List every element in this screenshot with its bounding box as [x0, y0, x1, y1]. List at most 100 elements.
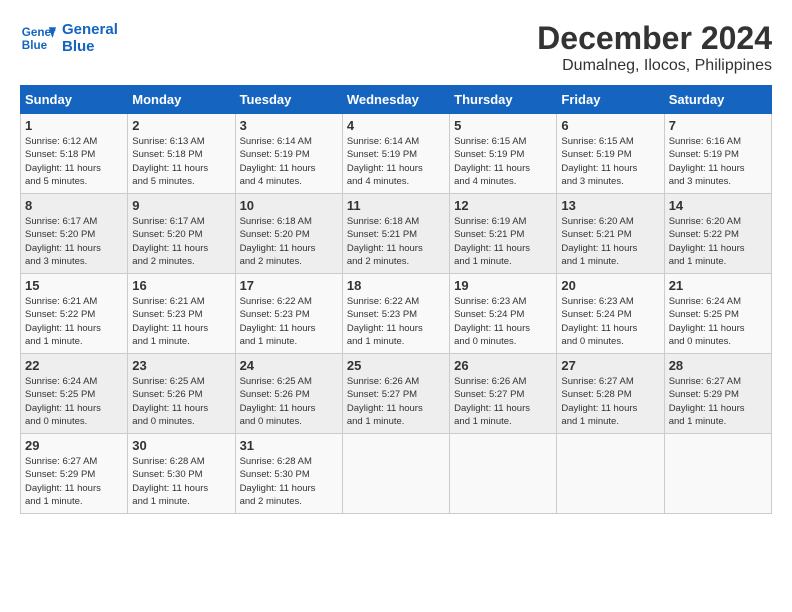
day-number: 31: [240, 438, 338, 453]
day-info: Sunrise: 6:23 AM Sunset: 5:24 PM Dayligh…: [454, 295, 552, 348]
calendar-cell: 27Sunrise: 6:27 AM Sunset: 5:28 PM Dayli…: [557, 354, 664, 434]
day-info: Sunrise: 6:21 AM Sunset: 5:22 PM Dayligh…: [25, 295, 123, 348]
calendar-cell: 1Sunrise: 6:12 AM Sunset: 5:18 PM Daylig…: [21, 114, 128, 194]
day-number: 24: [240, 358, 338, 373]
day-info: Sunrise: 6:25 AM Sunset: 5:26 PM Dayligh…: [240, 375, 338, 428]
calendar-week-3: 15 Sunrise: 6:21 AM Sunset: 5:22 PM Dayli…: [21, 274, 772, 354]
calendar-cell: [557, 434, 664, 514]
calendar-cell: 22Sunrise: 6:24 AM Sunset: 5:25 PM Dayli…: [21, 354, 128, 434]
day-info: Sunrise: 6:26 AM Sunset: 5:27 PM Dayligh…: [347, 375, 445, 428]
day-info: Sunrise: 6:28 AM Sunset: 5:30 PM Dayligh…: [132, 455, 230, 508]
day-number: 8: [25, 198, 123, 213]
weekday-header-tuesday: Tuesday: [235, 86, 342, 114]
day-number: 12: [454, 198, 552, 213]
day-info: Sunrise: 6:23 AM Sunset: 5:24 PM Dayligh…: [561, 295, 659, 348]
calendar-cell: 30 Sunrise: 6:28 AM Sunset: 5:30 PM Dayli…: [128, 434, 235, 514]
day-number: 26: [454, 358, 552, 373]
day-info: Sunrise: 6:24 AM Sunset: 5:25 PM Dayligh…: [669, 295, 767, 348]
calendar-cell: [664, 434, 771, 514]
calendar-cell: 15 Sunrise: 6:21 AM Sunset: 5:22 PM Dayli…: [21, 274, 128, 354]
day-number: 9: [132, 198, 230, 213]
logo-blue: Blue: [62, 38, 118, 55]
day-info: Sunrise: 6:12 AM Sunset: 5:18 PM Dayligh…: [25, 135, 123, 188]
calendar-cell: 25 Sunrise: 6:26 AM Sunset: 5:27 PM Dayli…: [342, 354, 449, 434]
calendar-cell: 18 Sunrise: 6:22 AM Sunset: 5:23 PM Dayli…: [342, 274, 449, 354]
day-info: Sunrise: 6:14 AM Sunset: 5:19 PM Dayligh…: [347, 135, 445, 188]
day-number: 3: [240, 118, 338, 133]
calendar-cell: [450, 434, 557, 514]
calendar-week-1: 1Sunrise: 6:12 AM Sunset: 5:18 PM Daylig…: [21, 114, 772, 194]
day-info: Sunrise: 6:24 AM Sunset: 5:25 PM Dayligh…: [25, 375, 123, 428]
calendar-table: SundayMondayTuesdayWednesdayThursdayFrid…: [20, 85, 772, 514]
weekday-header-friday: Friday: [557, 86, 664, 114]
calendar-cell: 10 Sunrise: 6:18 AM Sunset: 5:20 PM Dayli…: [235, 194, 342, 274]
month-title: December 2024: [537, 20, 772, 57]
calendar-cell: 7Sunrise: 6:16 AM Sunset: 5:19 PM Daylig…: [664, 114, 771, 194]
calendar-cell: 24 Sunrise: 6:25 AM Sunset: 5:26 PM Dayli…: [235, 354, 342, 434]
weekday-header-thursday: Thursday: [450, 86, 557, 114]
day-info: Sunrise: 6:25 AM Sunset: 5:26 PM Dayligh…: [132, 375, 230, 428]
weekday-header-wednesday: Wednesday: [342, 86, 449, 114]
calendar-cell: 8 Sunrise: 6:17 AM Sunset: 5:20 PM Daylig…: [21, 194, 128, 274]
calendar-week-2: 8 Sunrise: 6:17 AM Sunset: 5:20 PM Daylig…: [21, 194, 772, 274]
day-number: 30: [132, 438, 230, 453]
calendar-cell: 23 Sunrise: 6:25 AM Sunset: 5:26 PM Dayli…: [128, 354, 235, 434]
calendar-cell: 6 Sunrise: 6:15 AM Sunset: 5:19 PM Daylig…: [557, 114, 664, 194]
day-number: 11: [347, 198, 445, 213]
calendar-week-4: 22Sunrise: 6:24 AM Sunset: 5:25 PM Dayli…: [21, 354, 772, 434]
day-number: 4: [347, 118, 445, 133]
day-info: Sunrise: 6:28 AM Sunset: 5:30 PM Dayligh…: [240, 455, 338, 508]
calendar-cell: 29Sunrise: 6:27 AM Sunset: 5:29 PM Dayli…: [21, 434, 128, 514]
day-number: 6: [561, 118, 659, 133]
logo-general: General: [62, 21, 118, 38]
day-number: 20: [561, 278, 659, 293]
title-area: December 2024 Dumalneg, Ilocos, Philippi…: [537, 20, 772, 75]
day-number: 15: [25, 278, 123, 293]
day-info: Sunrise: 6:21 AM Sunset: 5:23 PM Dayligh…: [132, 295, 230, 348]
calendar-cell: 14 Sunrise: 6:20 AM Sunset: 5:22 PM Dayli…: [664, 194, 771, 274]
weekday-header-saturday: Saturday: [664, 86, 771, 114]
day-info: Sunrise: 6:18 AM Sunset: 5:20 PM Dayligh…: [240, 215, 338, 268]
day-number: 19: [454, 278, 552, 293]
day-number: 18: [347, 278, 445, 293]
day-number: 5: [454, 118, 552, 133]
weekday-header-sunday: Sunday: [21, 86, 128, 114]
day-number: 14: [669, 198, 767, 213]
calendar-cell: 9 Sunrise: 6:17 AM Sunset: 5:20 PM Daylig…: [128, 194, 235, 274]
day-info: Sunrise: 6:13 AM Sunset: 5:18 PM Dayligh…: [132, 135, 230, 188]
calendar-cell: 12 Sunrise: 6:19 AM Sunset: 5:21 PM Dayli…: [450, 194, 557, 274]
calendar-cell: 19 Sunrise: 6:23 AM Sunset: 5:24 PM Dayli…: [450, 274, 557, 354]
calendar-cell: 2Sunrise: 6:13 AM Sunset: 5:18 PM Daylig…: [128, 114, 235, 194]
weekday-header-monday: Monday: [128, 86, 235, 114]
weekday-header-row: SundayMondayTuesdayWednesdayThursdayFrid…: [21, 86, 772, 114]
day-info: Sunrise: 6:22 AM Sunset: 5:23 PM Dayligh…: [347, 295, 445, 348]
calendar-cell: 28Sunrise: 6:27 AM Sunset: 5:29 PM Dayli…: [664, 354, 771, 434]
day-info: Sunrise: 6:15 AM Sunset: 5:19 PM Dayligh…: [561, 135, 659, 188]
day-info: Sunrise: 6:19 AM Sunset: 5:21 PM Dayligh…: [454, 215, 552, 268]
calendar-cell: 31 Sunrise: 6:28 AM Sunset: 5:30 PM Dayli…: [235, 434, 342, 514]
logo: General Blue General Blue: [20, 20, 118, 56]
calendar-cell: 21Sunrise: 6:24 AM Sunset: 5:25 PM Dayli…: [664, 274, 771, 354]
day-number: 10: [240, 198, 338, 213]
day-info: Sunrise: 6:17 AM Sunset: 5:20 PM Dayligh…: [132, 215, 230, 268]
calendar-cell: 11Sunrise: 6:18 AM Sunset: 5:21 PM Dayli…: [342, 194, 449, 274]
day-info: Sunrise: 6:15 AM Sunset: 5:19 PM Dayligh…: [454, 135, 552, 188]
calendar-cell: 13Sunrise: 6:20 AM Sunset: 5:21 PM Dayli…: [557, 194, 664, 274]
day-number: 29: [25, 438, 123, 453]
day-number: 7: [669, 118, 767, 133]
day-info: Sunrise: 6:22 AM Sunset: 5:23 PM Dayligh…: [240, 295, 338, 348]
day-number: 13: [561, 198, 659, 213]
calendar-cell: 20 Sunrise: 6:23 AM Sunset: 5:24 PM Dayli…: [557, 274, 664, 354]
day-info: Sunrise: 6:17 AM Sunset: 5:20 PM Dayligh…: [25, 215, 123, 268]
calendar-cell: 17 Sunrise: 6:22 AM Sunset: 5:23 PM Dayli…: [235, 274, 342, 354]
day-number: 23: [132, 358, 230, 373]
calendar-cell: 16 Sunrise: 6:21 AM Sunset: 5:23 PM Dayli…: [128, 274, 235, 354]
day-info: Sunrise: 6:27 AM Sunset: 5:28 PM Dayligh…: [561, 375, 659, 428]
calendar-cell: 26Sunrise: 6:26 AM Sunset: 5:27 PM Dayli…: [450, 354, 557, 434]
calendar-cell: 3Sunrise: 6:14 AM Sunset: 5:19 PM Daylig…: [235, 114, 342, 194]
day-info: Sunrise: 6:20 AM Sunset: 5:22 PM Dayligh…: [669, 215, 767, 268]
day-number: 16: [132, 278, 230, 293]
calendar-cell: 4 Sunrise: 6:14 AM Sunset: 5:19 PM Daylig…: [342, 114, 449, 194]
day-number: 25: [347, 358, 445, 373]
day-number: 17: [240, 278, 338, 293]
